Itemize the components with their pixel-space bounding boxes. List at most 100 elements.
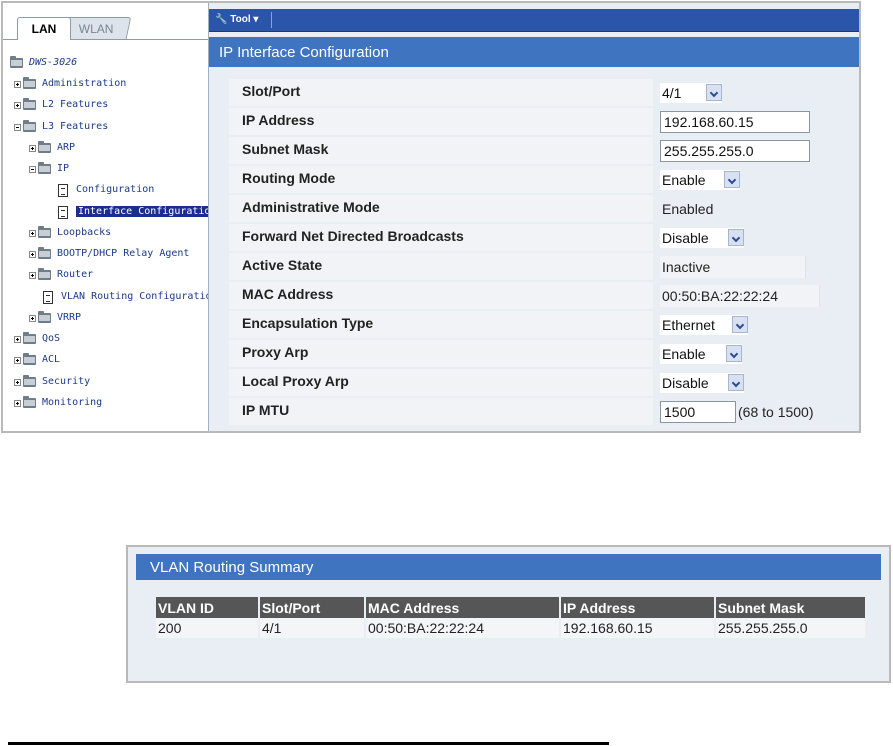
expand-icon[interactable] [14,378,21,386]
row-proxy-arp: Proxy Arp Enable [229,340,847,367]
ip-interface-config-screenshot: WLAN LAN DWS-3026 Administration L2 Feat… [1,1,861,433]
forward-broadcasts-select[interactable]: Disable [660,228,744,248]
col-slot-port: Slot/Port [259,597,366,618]
folder-open-icon [10,56,23,68]
table-header-row: VLAN ID Slot/Port MAC Address IP Address… [156,597,867,618]
routing-mode-select[interactable]: Enable [660,170,740,190]
row-routing-mode: Routing Mode Enable [229,166,847,193]
toolbar: 🔧 Tool ▾ [209,9,859,32]
ip-address-label: IP Address [229,108,653,135]
tree-item-interface-configuration[interactable]: Interface Configuration [58,204,208,220]
vlan-routing-summary-screenshot: VLAN Routing Summary VLAN ID Slot/Port M… [126,545,891,683]
folder-icon [23,396,36,408]
horizontal-rule [8,742,609,745]
cell-ip-address: 192.168.60.15 [560,618,716,638]
local-proxy-arp-label: Local Proxy Arp [229,369,653,396]
expand-icon[interactable] [29,250,36,258]
tree-item-security[interactable]: Security [14,374,90,390]
tree-item-monitoring[interactable]: Monitoring [14,395,102,411]
forward-broadcasts-label: Forward Net Directed Broadcasts [229,224,653,251]
chevron-down-icon [706,84,722,101]
encapsulation-type-select[interactable]: Ethernet [660,315,748,335]
expand-icon[interactable] [14,356,21,364]
nav-tabbar: WLAN LAN [3,3,208,41]
row-slot-port: Slot/Port 4/1 [229,79,847,106]
tree-item-ip[interactable]: IP [29,161,69,177]
subnet-mask-field[interactable]: 255.255.255.0 [660,140,810,162]
folder-icon [38,226,51,238]
subnet-mask-label: Subnet Mask [229,137,653,164]
ip-address-field[interactable]: 192.168.60.15 [660,111,810,133]
expand-icon[interactable] [29,271,36,279]
cell-vlan-id: 200 [156,618,260,638]
tab-lan[interactable]: LAN [17,17,71,40]
tree-item-arp[interactable]: ARP [29,140,75,156]
row-active-state: Active State Inactive [229,253,847,280]
tree-item-configuration[interactable]: Configuration [58,182,154,198]
expand-icon[interactable] [29,314,36,322]
folder-icon [23,77,36,89]
slot-port-select[interactable]: 4/1 [660,83,722,103]
proxy-arp-label: Proxy Arp [229,340,653,367]
row-ip-address: IP Address 192.168.60.15 [229,108,847,135]
administrative-mode-label: Administrative Mode [229,195,653,222]
encapsulation-type-label: Encapsulation Type [229,311,653,338]
tree-item-loopbacks[interactable]: Loopbacks [29,225,111,241]
summary-title: VLAN Routing Summary [136,554,881,580]
tree-root-dws-3026[interactable]: DWS-3026 [10,55,77,71]
col-vlan-id: VLAN ID [156,597,260,618]
tree-item-bootp-dhcp-relay-agent[interactable]: BOOTP/DHCP Relay Agent [29,246,189,262]
row-ip-mtu: IP MTU 1500 (68 to 1500) [229,398,847,425]
tab-wlan[interactable]: WLAN [60,17,132,39]
active-state-label: Active State [229,253,653,280]
col-ip-address: IP Address [560,597,716,618]
tree-item-administration[interactable]: Administration [14,76,126,92]
local-proxy-arp-select[interactable]: Disable [660,373,744,393]
page-icon [58,183,68,197]
folder-open-icon [38,162,51,174]
chevron-down-icon [728,374,744,391]
routing-mode-label: Routing Mode [229,166,653,193]
folder-icon [23,98,36,110]
active-state-value: Inactive [660,256,806,278]
cell-mac-address: 00:50:BA:22:22:24 [365,618,561,638]
tree-item-vrrp[interactable]: VRRP [29,310,81,326]
page-icon [43,290,53,304]
tree-item-qos[interactable]: QoS [14,331,60,347]
page-icon [58,205,68,219]
tree-item-acl[interactable]: ACL [14,352,60,368]
row-mac-address: MAC Address 00:50:BA:22:22:24 [229,282,847,309]
ip-mtu-field[interactable]: 1500 [660,401,736,423]
mac-address-label: MAC Address [229,282,653,309]
page-title: IP Interface Configuration [209,37,859,67]
folder-icon [38,311,51,323]
vlan-routing-summary-table: VLAN ID Slot/Port MAC Address IP Address… [156,597,867,638]
slot-port-label: Slot/Port [229,79,653,106]
collapse-icon[interactable] [14,123,21,131]
tree-item-l2-features[interactable]: L2 Features [14,97,108,113]
proxy-arp-select[interactable]: Enable [660,344,742,364]
expand-icon[interactable] [14,399,21,407]
folder-open-icon [23,120,36,132]
row-local-proxy-arp: Local Proxy Arp Disable [229,369,847,396]
expand-icon[interactable] [14,335,21,343]
tree-item-vlan-routing-configuration[interactable]: VLAN Routing Configuration [43,289,208,305]
expand-icon[interactable] [29,229,36,237]
folder-icon [23,353,36,365]
expand-icon[interactable] [29,144,36,152]
tree-item-router[interactable]: Router [29,267,93,283]
navigation-pane: WLAN LAN DWS-3026 Administration L2 Feat… [3,3,209,431]
chevron-down-icon [726,345,742,362]
tree-item-l3-features[interactable]: L3 Features [14,119,108,135]
mac-address-value: 00:50:BA:22:22:24 [660,285,820,307]
chevron-down-icon: ▾ [253,14,259,25]
expand-icon[interactable] [14,80,21,88]
expand-icon[interactable] [14,101,21,109]
collapse-icon[interactable] [29,165,36,173]
tool-menu-button[interactable]: 🔧 Tool ▾ [215,13,258,27]
folder-icon [38,141,51,153]
chevron-down-icon [732,316,748,333]
ip-mtu-label: IP MTU [229,398,653,425]
folder-icon [23,332,36,344]
row-subnet-mask: Subnet Mask 255.255.255.0 [229,137,847,164]
